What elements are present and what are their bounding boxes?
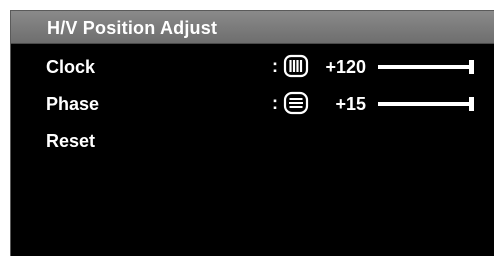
clock-phase-bars-icon — [283, 54, 309, 78]
separator: : — [272, 93, 278, 113]
menu-item-label: Reset — [46, 131, 96, 151]
slider-fill — [378, 65, 469, 69]
title-bar: H/V Position Adjust — [11, 11, 494, 44]
menu-item-reset[interactable]: Reset — [11, 127, 494, 157]
clock-slider[interactable] — [378, 60, 474, 74]
phase-value: +15 — [335, 94, 366, 114]
phase-slider[interactable] — [378, 97, 474, 111]
slider-thumb[interactable] — [469, 97, 474, 111]
separator: : — [272, 56, 278, 76]
menu-item-label: Clock — [46, 57, 96, 77]
menu-item-label: Phase — [46, 94, 100, 114]
menu-item-clock[interactable]: Clock : +120 — [11, 53, 494, 83]
menu-item-phase[interactable]: Phase : +15 — [11, 90, 494, 120]
phase-lines-icon — [283, 91, 309, 115]
menu-title: H/V Position Adjust — [47, 18, 218, 38]
slider-fill — [378, 102, 469, 106]
slider-thumb[interactable] — [469, 60, 474, 74]
clock-value: +120 — [325, 57, 366, 77]
osd-menu: H/V Position Adjust Clock : +120 Phase : — [10, 10, 494, 256]
